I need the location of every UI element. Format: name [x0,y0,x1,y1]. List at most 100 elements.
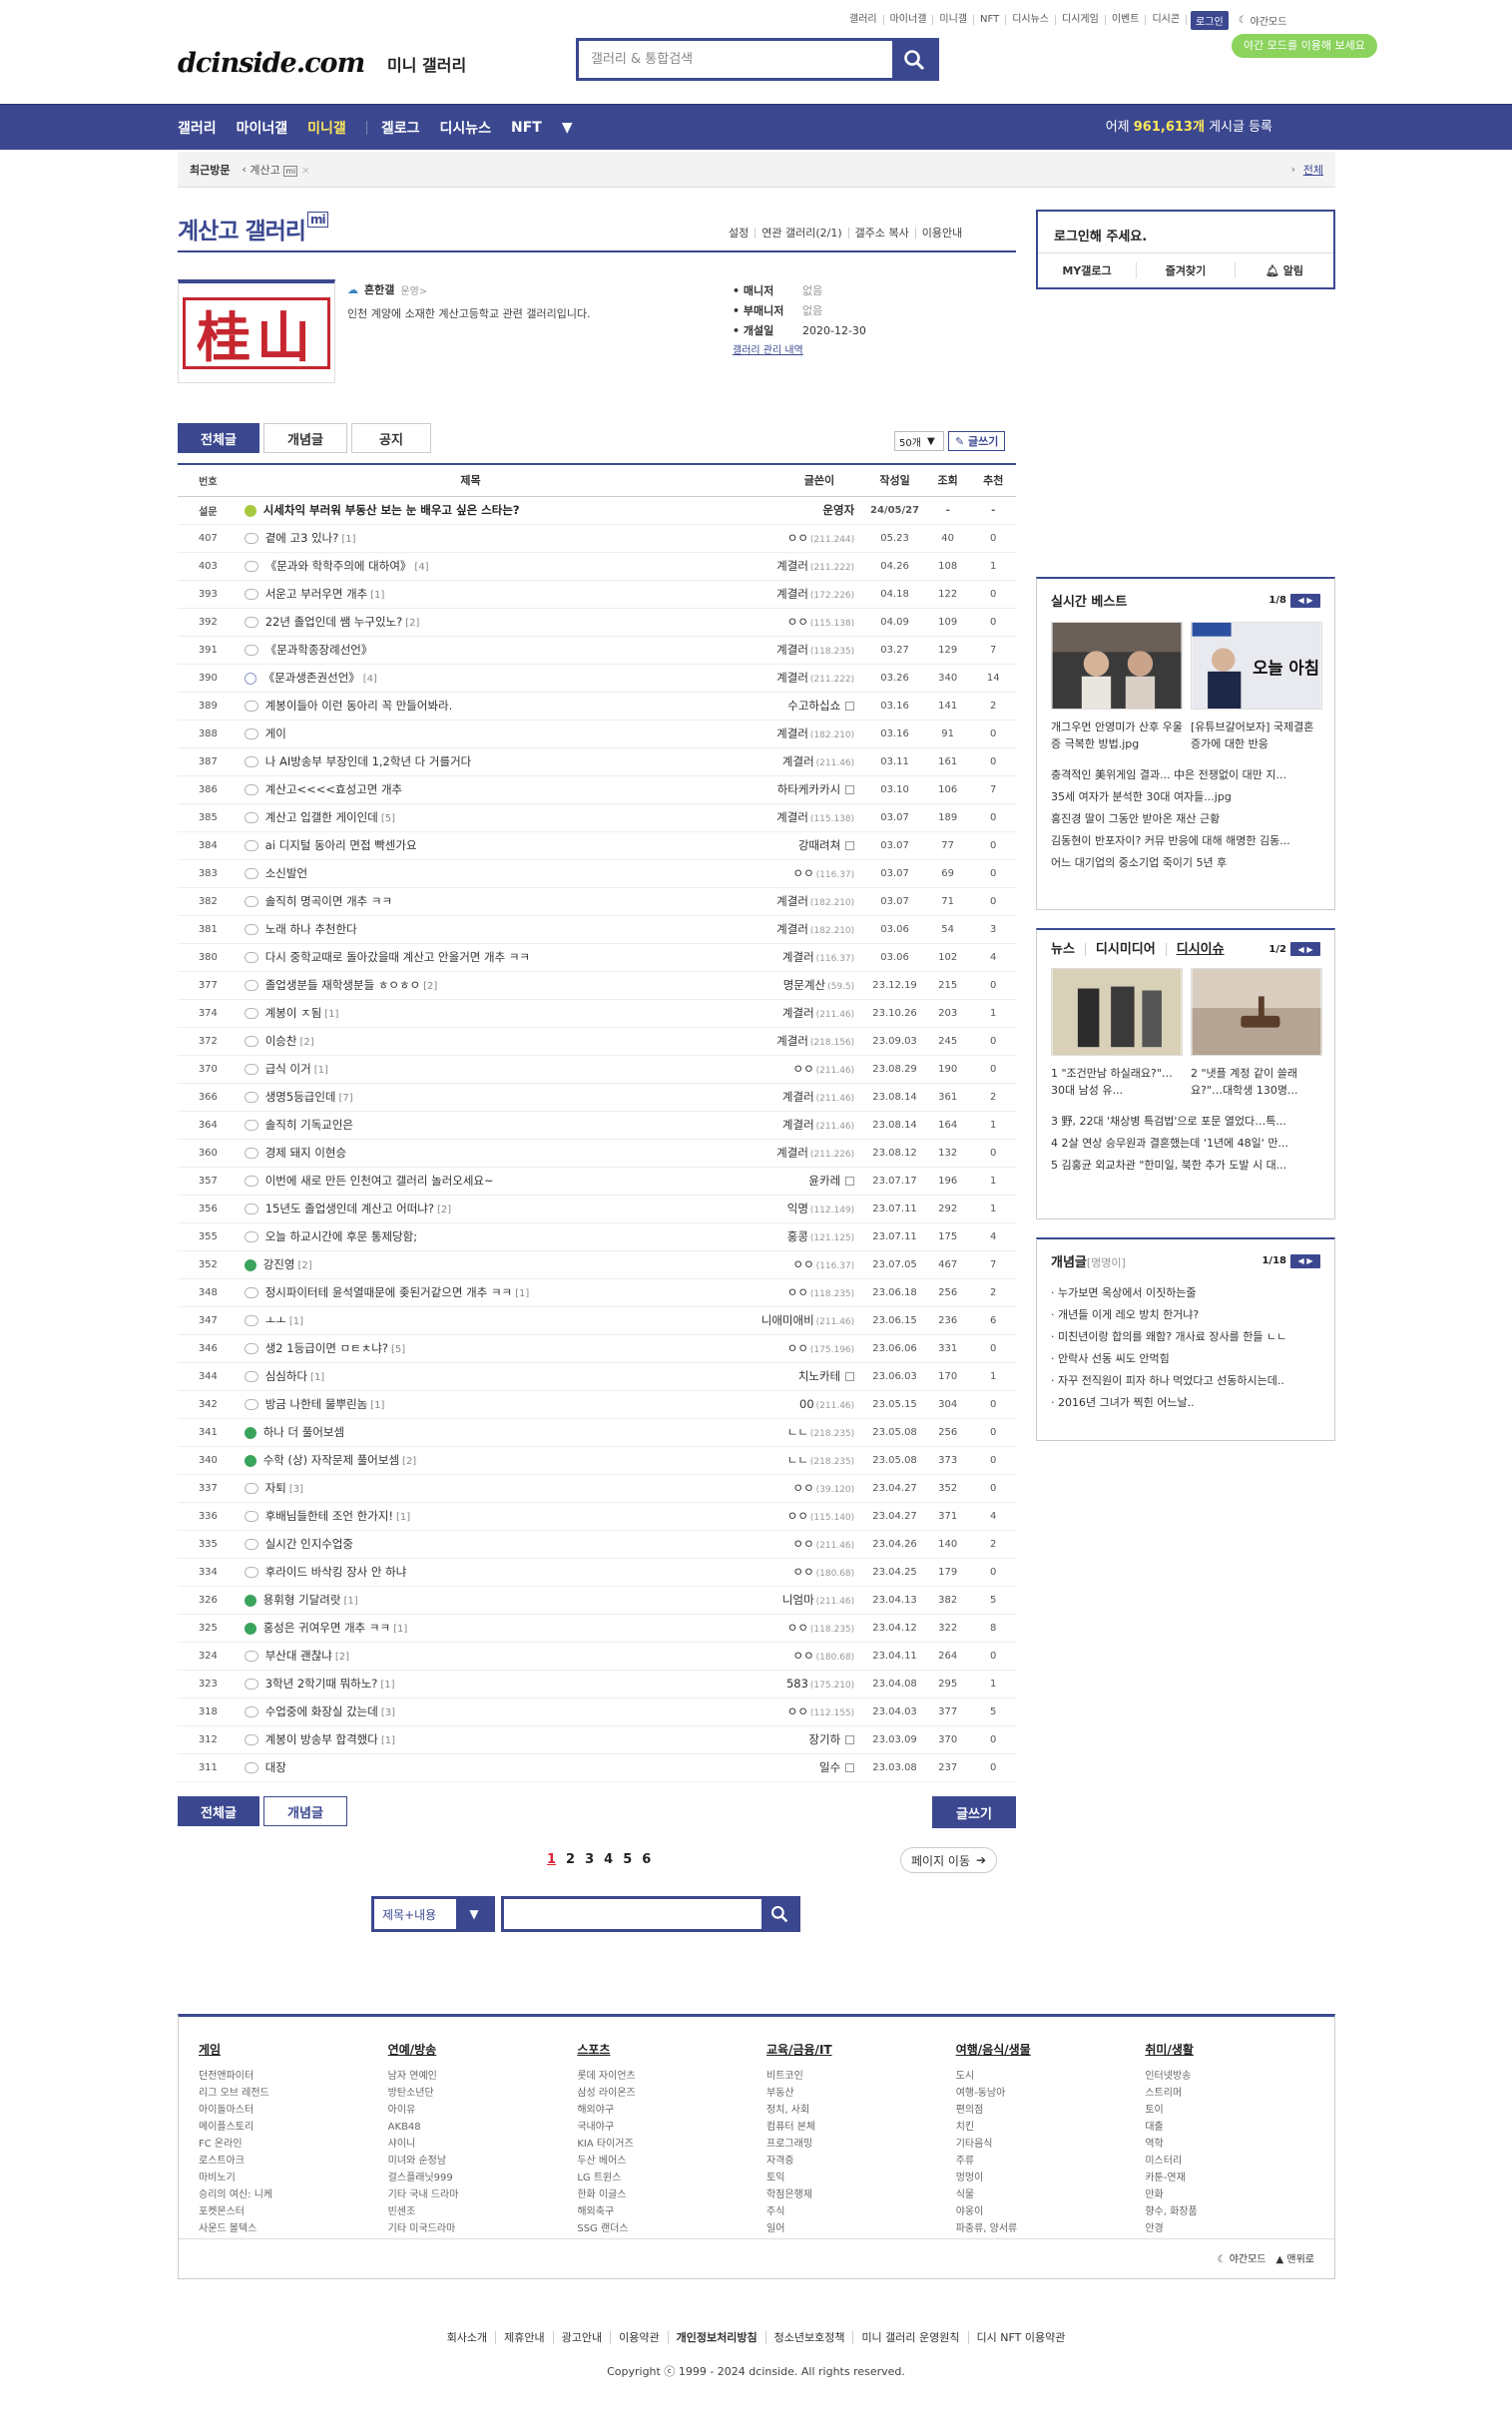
row-writer[interactable]: 치노카테 [703,1362,865,1391]
news-tab-issue[interactable]: 디시이슈 [1177,943,1235,956]
footer-link[interactable]: 여행-동남아 [956,2085,1146,2102]
table-row[interactable]: 355 오늘 하교시간에 후문 통제당함; 홍콩 (121.125) 23.07.11 1… [178,1222,1016,1251]
footer-link[interactable]: 메이플스토리 [199,2119,388,2136]
row-title[interactable]: 15년도 졸업생인데 계산고 어떠냐? [2] [238,1195,704,1223]
write-button-small[interactable]: ✎ 글쓰기 [948,431,1006,451]
table-row[interactable]: 312 계봉이 방송부 합격했다 [1] 장기하 23.03.09 370 0 [178,1725,1016,1754]
row-comment-count[interactable]: [4] [363,674,377,685]
page-4[interactable]: 4 [604,1852,613,1867]
row-title[interactable]: 소신발언 [238,859,704,888]
footer-link[interactable]: 부동산 [766,2085,956,2102]
table-row[interactable]: 325 홍성은 귀여우면 개추 ㅋㅋ [1] ㅇㅇ (118.235) 23.04.12 3… [178,1614,1016,1643]
concept-list-item[interactable]: 개년들 이게 레오 방치 한거냐? [1051,1304,1320,1326]
row-writer[interactable]: ㅇㅇ (180.68) [703,1558,865,1587]
write-button[interactable]: 글쓰기 [932,1796,1016,1828]
table-row[interactable]: 382 솔직히 명곡이면 개추 ㅋㅋ 계결러 (182.210) 03.07 71 0 [178,887,1016,916]
bottom-search-input[interactable] [504,1899,761,1929]
top-link-game[interactable]: 디시게임 [1056,15,1106,25]
row-comment-count[interactable]: [2] [437,1205,451,1215]
row-writer[interactable]: 계결러 (182.210) [703,720,865,748]
tab-notice[interactable]: 공지 [351,423,431,453]
footer-link[interactable]: 포켓몬스터 [199,2203,388,2220]
row-title[interactable]: 방금 나한테 물뿌린놈 [1] [238,1390,704,1419]
row-title[interactable]: 계산고 입갤한 게이인데 [5] [238,803,704,832]
top-link-nft[interactable]: NFT [974,15,1007,25]
footer-link[interactable]: KIA 타이거즈 [577,2136,766,2153]
bottom-link[interactable]: 디시 NFT 이용약관 [969,2331,1074,2344]
footer-column-title[interactable]: 스포츠 [577,2041,766,2058]
footer-link[interactable]: 던전앤파이터 [199,2068,388,2085]
row-comment-count[interactable]: [1] [314,1065,328,1076]
best-list-item[interactable]: 어느 대기업의 중소기업 죽이기 5년 후 [1051,852,1320,874]
gallery-manager-sub[interactable]: 운영> [400,282,427,297]
top-link-mini[interactable]: 미니갤 [933,15,975,25]
site-logo[interactable]: dcinside.com [178,48,365,79]
table-row[interactable]: 346 생2 1등급이면 ㅁㅌㅊ냐? [5] ㅇㅇ (175.196) 23.06.06 3… [178,1334,1016,1363]
footer-link[interactable]: 방탄소년단 [388,2085,578,2102]
row-title[interactable]: 《문과학종장례선언》 [238,636,704,665]
related-gallery-link[interactable]: 연관 갤러리(2/1) [756,228,849,239]
row-writer[interactable]: 계결러 (182.210) [703,887,865,916]
table-row[interactable]: 348 정시파이터테 윤석열때문에 좆된거같으면 개추 ㅋㅋ [1] ㅇㅇ (118.2… [178,1278,1016,1307]
best-arrows[interactable]: ◀ ▶ [1290,593,1320,608]
row-writer[interactable]: ㅇㅇ (118.235) [703,1278,865,1307]
news-list-item[interactable]: 3 野, 22대 '채상병 특검법'으로 포문 열었다…특... [1051,1111,1320,1133]
row-comment-count[interactable]: [1] [381,1735,395,1746]
footer-night-mode[interactable]: ☾ 야간모드 [1218,2250,1266,2265]
row-title[interactable]: 후라이드 바삭킹 장사 안 하냐 [238,1558,704,1587]
row-writer[interactable]: ㅇㅇ (211.46) [703,1530,865,1559]
row-title[interactable]: 경제 돼지 이현승 [238,1139,704,1168]
top-link-news[interactable]: 디시뉴스 [1006,15,1057,25]
gallery-history-link[interactable]: 갤러리 관리 내역 [733,341,866,361]
table-row[interactable]: 347 ㅗㅗ [1] 니애미애비 (211.46) 23.06.15 236 6 [178,1306,1016,1335]
row-title[interactable]: 서운고 부러우면 개추 [1] [238,580,704,609]
footer-link[interactable]: 주식 [766,2203,956,2220]
row-title[interactable]: 게이 [238,720,704,748]
concept-list-item[interactable]: 2016년 그녀가 찍힌 어느날.. [1051,1392,1320,1414]
row-title[interactable]: 다시 중학교때로 돌아갔을때 계산고 안올거면 개추 ㅋㅋ [238,943,704,972]
row-comment-count[interactable]: [3] [381,1707,395,1718]
page-6[interactable]: 6 [642,1852,651,1867]
row-writer[interactable]: 홍콩 (121.125) [703,1222,865,1251]
top-link-gallery[interactable]: 갤러리 [843,15,884,25]
row-title[interactable]: 이번에 새로 만든 인천여고 갤러리 놀러오세요~ [238,1167,704,1196]
footer-link[interactable]: 역학 [1145,2136,1334,2153]
row-comment-count[interactable]: [2] [405,618,419,629]
bottom-search-button[interactable] [761,1899,797,1929]
bottom-link[interactable]: 개인정보처리방침 [668,2331,766,2344]
footer-link[interactable]: 로스트아크 [199,2153,388,2170]
row-writer[interactable]: 니엄마 (211.46) [703,1586,865,1615]
row-title[interactable]: 실시간 인지수업중 [238,1530,704,1559]
row-writer[interactable]: 00 (211.46) [703,1390,865,1419]
best-list-item[interactable]: 김동현이 반포자이? 커뮤 반응에 대해 해명한 김동... [1051,830,1320,852]
table-row[interactable]: 370 급식 이거 [1] ㅇㅇ (211.46) 23.08.29 190 0 [178,1055,1016,1084]
row-title[interactable]: 《문과와 학학주의에 대하여》 [4] [238,552,704,581]
row-comment-count[interactable]: [2] [335,1652,349,1663]
bottom-link[interactable]: 광고안내 [553,2331,612,2344]
news-tab-news[interactable]: 뉴스 [1051,942,1086,956]
row-comment-count[interactable]: [1] [515,1288,529,1299]
night-mode-link[interactable]: ☾ 야간모드 [1239,13,1287,28]
footer-column-title[interactable]: 취미/생활 [1145,2041,1334,2058]
search-input[interactable] [579,41,892,78]
table-row[interactable]: 407 곁에 고3 있나? [1] ㅇㅇ (211.244) 05.23 40 0 [178,524,1016,553]
row-writer[interactable]: ㄴㄴ (218.235) [703,1418,865,1447]
row-title[interactable]: 용휘형 기달려랏 [1] [238,1586,704,1615]
night-mode-tooltip[interactable]: 야간 모드를 이용해 보세요 [1232,34,1377,58]
concept-list-item[interactable]: 누가보면 옥상에서 이짓하는줄 [1051,1282,1320,1304]
row-comment-count[interactable]: [2] [297,1260,311,1271]
footer-link[interactable]: LG 트윈스 [577,2170,766,2186]
footer-column-title[interactable]: 교육/금융/IT [766,2041,956,2058]
row-writer[interactable]: 수고하십쇼 [703,692,865,721]
row-writer[interactable]: 장기하 [703,1725,865,1754]
footer-link[interactable]: 미스터리 [1145,2153,1334,2170]
footer-link[interactable]: 컴퓨터 본체 [766,2119,956,2136]
table-row[interactable]: 392 22년 졸업인데 쌤 누구있노? [2] ㅇㅇ (115.138) 04.09 10… [178,608,1016,637]
footer-link[interactable]: 안경 [1145,2220,1334,2237]
bottom-tab-concept[interactable]: 개념글 [263,1796,347,1826]
row-comment-count[interactable]: [2] [299,1037,313,1048]
login-prompt[interactable]: 로그인해 주세요. [1038,212,1333,253]
page-move-button[interactable]: 페이지 이동 ➔ [900,1847,998,1873]
footer-link[interactable]: 프로그래밍 [766,2136,956,2153]
footer-link[interactable]: 사운드 볼텍스 [199,2220,388,2237]
